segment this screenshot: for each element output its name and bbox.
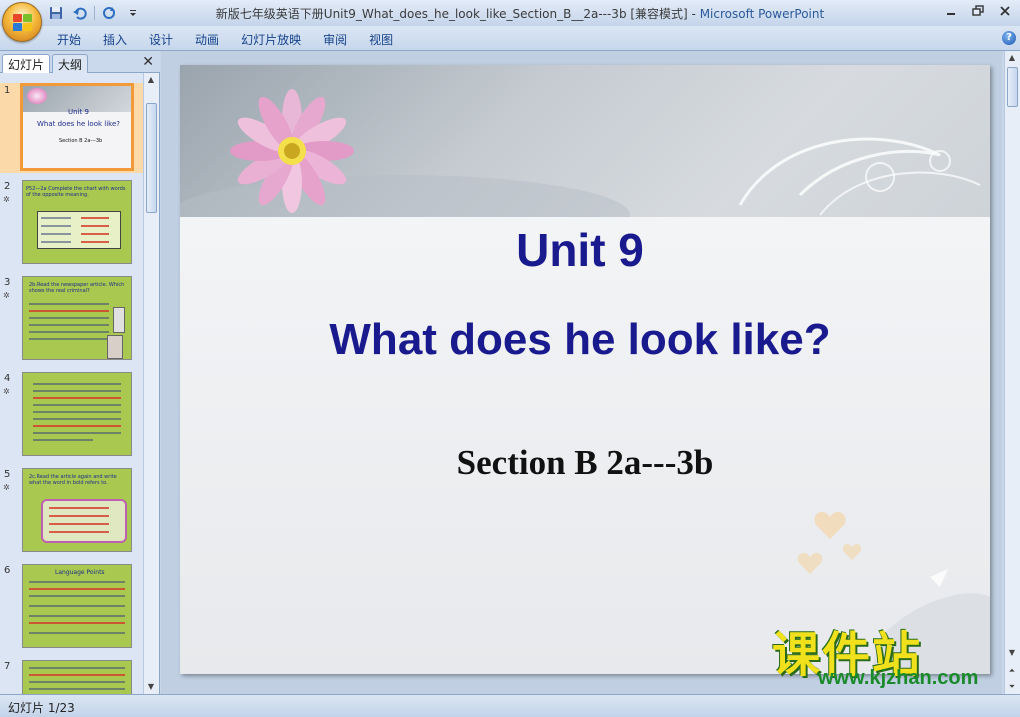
tab-outline[interactable]: 大纲 [52, 54, 89, 73]
watermark: 课件站 www.kjzhan.com [772, 615, 1002, 693]
flower-decoration [180, 89, 981, 255]
slide-thumbnail-2[interactable]: 2 ✲ P52—2a Complete the chart with words… [0, 179, 143, 269]
preview-section: Section B 2a---3b [59, 138, 103, 144]
preview-title: 2b.Read the newspaper article. Which sho… [29, 282, 125, 294]
slide-section-text[interactable]: Section B 2a---3b [335, 443, 835, 483]
next-slide-icon[interactable]: ⏷ [1005, 680, 1019, 694]
tab-slideshow[interactable]: 幻灯片放映 [230, 30, 312, 49]
slide-number: 2 [4, 181, 11, 192]
office-logo-icon [13, 14, 33, 32]
help-icon[interactable]: ? [1002, 31, 1016, 45]
tab-insert[interactable]: 插入 [92, 30, 138, 49]
slide-editing-area: Unit 9 What does he look like? Section B… [161, 51, 1002, 694]
slide-preview: 2c.Read the article again and write what… [22, 468, 132, 552]
slide-number: 3 [4, 277, 11, 288]
title-bar: 新版七年级英语下册Unit9_What_does_he_look_like_Se… [0, 0, 1020, 26]
customize-icon[interactable] [123, 3, 143, 23]
toolbar-separator [94, 6, 95, 20]
preview-box [41, 499, 127, 543]
scroll-up-icon[interactable]: ▲ [144, 73, 158, 87]
office-button[interactable] [2, 2, 42, 42]
tab-animations[interactable]: 动画 [184, 30, 230, 49]
slide-preview [22, 372, 132, 456]
minimize-button[interactable] [938, 2, 964, 20]
slide-thumbnail-5[interactable]: 5 ✲ 2c.Read the article again and write … [0, 467, 143, 557]
slide-number: 1 [4, 85, 11, 96]
slide-header-background [180, 65, 990, 255]
current-slide[interactable]: Unit 9 What does he look like? Section B… [180, 65, 990, 674]
window-title: 新版七年级英语下册Unit9_What_does_he_look_like_Se… [160, 5, 880, 22]
animation-icon: ✲ [3, 387, 10, 396]
close-button[interactable] [992, 2, 1018, 20]
slide-subtitle[interactable]: What does he look like? [180, 315, 980, 365]
slide-number: 6 [4, 565, 11, 576]
tab-review[interactable]: 审阅 [312, 30, 358, 49]
slide-title[interactable]: Unit 9 [180, 223, 980, 277]
thumbnail-scrollbar[interactable]: ▲ ▼ [143, 73, 159, 694]
preview-title: Language Points [55, 569, 105, 576]
slide-preview: Language Points [22, 564, 132, 648]
scroll-down-icon[interactable]: ▼ [144, 680, 158, 694]
preview-subtitle: What does he look like? [37, 120, 120, 128]
slide-number: 4 [4, 373, 11, 384]
pane-tabs: 幻灯片 大纲 ✕ [0, 51, 160, 73]
scrollbar-thumb[interactable] [1007, 67, 1018, 107]
slide-preview [22, 660, 132, 694]
ribbon: 开始 插入 设计 动画 幻灯片放映 审阅 视图 ? [0, 26, 1020, 51]
slide-thumbnail-6[interactable]: 6 Language Points [0, 563, 143, 653]
figure-image [107, 335, 123, 359]
animation-icon: ✲ [3, 195, 10, 204]
slide-thumbnail-4[interactable]: 4 ✲ [0, 371, 143, 461]
scroll-down-icon[interactable]: ▼ [1005, 646, 1019, 660]
close-pane-icon[interactable]: ✕ [142, 54, 154, 70]
slide-thumbnail-3[interactable]: 3 ✲ 2b.Read the newspaper article. Which… [0, 275, 143, 365]
scroll-up-icon[interactable]: ▲ [1005, 51, 1019, 65]
slide-scrollbar[interactable]: ▲ ▼ ⏶ ⏷ [1004, 51, 1020, 694]
app-name: Microsoft PowerPoint [699, 7, 825, 21]
slide-counter: 幻灯片 1/23 [8, 701, 75, 715]
slide-number: 7 [4, 661, 11, 672]
watermark-url: www.kjzhan.com [818, 667, 979, 689]
tab-design[interactable]: 设计 [138, 30, 184, 49]
preview-title: 2c.Read the article again and write what… [29, 474, 117, 486]
tab-slides[interactable]: 幻灯片 [2, 54, 51, 73]
slide-thumbnail-1[interactable]: 1 Unit 9 What does he look like? Section… [0, 83, 143, 173]
tab-home[interactable]: 开始 [46, 30, 92, 49]
save-icon[interactable] [46, 3, 66, 23]
preview-title: P52—2a Complete the chart with words of … [26, 186, 126, 198]
animation-icon: ✲ [3, 483, 10, 492]
animation-icon: ✲ [3, 291, 10, 300]
figure-image [113, 307, 125, 333]
scrollbar-thumb[interactable] [146, 103, 157, 213]
quick-access-toolbar [46, 3, 143, 23]
preview-title: Unit 9 [68, 108, 89, 116]
document-title: 新版七年级英语下册Unit9_What_does_he_look_like_Se… [215, 7, 700, 21]
slide-number: 5 [4, 469, 11, 480]
status-bar: 幻灯片 1/23 [0, 694, 1020, 717]
slide-preview: P52—2a Complete the chart with words of … [22, 180, 132, 264]
ribbon-tabs: 开始 插入 设计 动画 幻灯片放映 审阅 视图 [46, 30, 404, 49]
tab-view[interactable]: 视图 [358, 30, 404, 49]
window-controls [938, 2, 1018, 20]
redo-icon[interactable] [99, 3, 119, 23]
undo-icon[interactable] [70, 3, 90, 23]
slide-thumbnail-7[interactable]: 7 [0, 659, 143, 694]
flower-image [27, 88, 47, 104]
restore-button[interactable] [965, 2, 991, 20]
slides-pane: 幻灯片 大纲 ✕ 1 Unit 9 What does he look like… [0, 51, 160, 694]
previous-slide-icon[interactable]: ⏶ [1005, 664, 1019, 678]
slide-preview: 2b.Read the newspaper article. Which sho… [22, 276, 132, 360]
thumbnail-list: 1 Unit 9 What does he look like? Section… [0, 73, 143, 694]
slide-preview: Unit 9 What does he look like? Section B… [20, 83, 134, 171]
